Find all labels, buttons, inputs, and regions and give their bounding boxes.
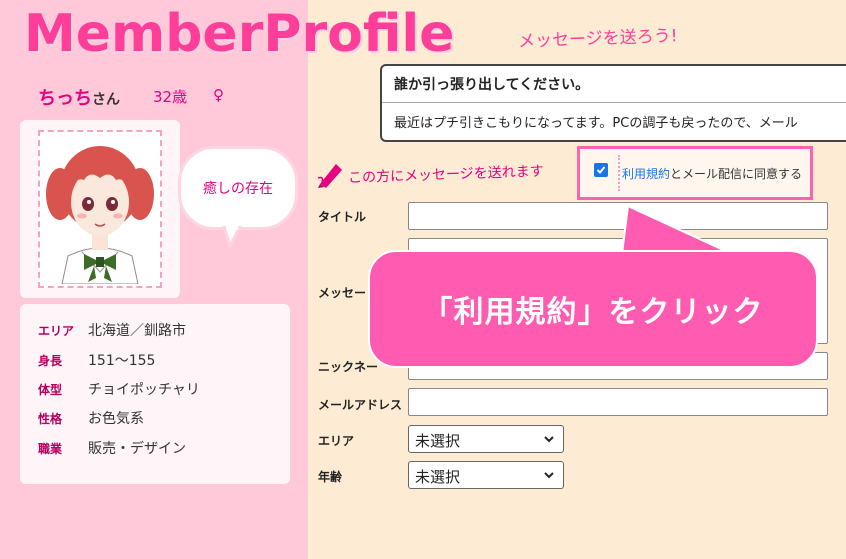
agree-text: とメール配信に同意する [670, 167, 803, 181]
callout-pointer [620, 204, 733, 255]
area-label: エリア [318, 434, 355, 448]
message-label: メッセー [318, 286, 367, 300]
detail-value: チョイポッチャリ [88, 382, 200, 398]
message-title: 誰か引っ張り出してください。 [394, 77, 590, 93]
detail-row-body-type: 体型 チョイポッチャリ [38, 379, 200, 399]
detail-row-area: エリア 北海道／釧路市 [38, 320, 186, 340]
instruction-callout: 「利用規約」をクリック [368, 250, 818, 368]
email-input[interactable] [408, 388, 828, 416]
speech-bubble: 癒しの存在 [178, 146, 298, 230]
age-select-value: 未選択 [415, 468, 461, 486]
detail-row-occupation: 職業 販売・デザイン [38, 438, 186, 458]
detail-value: 151～155 [88, 353, 156, 369]
separator [618, 155, 620, 191]
email-label: メールアドレス [318, 398, 403, 412]
message-preview: 誰か引っ張り出してください。 最近はプチ引きこもりになってます。PCの調子も戻っ… [380, 64, 846, 142]
agree-terms-highlight: 利用規約とメール配信に同意する [577, 146, 813, 200]
agree-checkbox[interactable] [594, 163, 608, 177]
profile-details: エリア 北海道／釧路市 身長 151～155 体型 チョイポッチャリ 性格 お色気系 職… [20, 304, 290, 484]
detail-row-personality: 性格 お色気系 [38, 408, 144, 428]
detail-key: 体型 [38, 383, 63, 397]
site-logo: MemberProfile [24, 4, 455, 64]
detail-key: 職業 [38, 442, 63, 456]
avatar [46, 146, 154, 284]
age-label: 年齢 [318, 470, 343, 484]
pencil-icon [317, 164, 342, 188]
detail-value: 北海道／釧路市 [88, 323, 186, 339]
detail-key: 性格 [38, 412, 63, 426]
agree-label: 利用規約とメール配信に同意する [622, 165, 802, 182]
gender-symbol: ♀ [213, 86, 224, 104]
terms-link[interactable]: 利用規約 [622, 167, 670, 181]
divider [382, 102, 846, 103]
area-select-value: 未選択 [415, 432, 461, 450]
detail-value: 販売・デザイン [88, 441, 186, 457]
area-select[interactable]: 未選択 [408, 425, 564, 453]
profile-name: ちっちさん [38, 84, 120, 110]
detail-value: お色気系 [88, 411, 144, 427]
detail-key: 身長 [38, 354, 63, 368]
title-input[interactable] [408, 202, 828, 230]
detail-row-height: 身長 151～155 [38, 350, 155, 370]
nickname-label: ニックネー [318, 360, 379, 374]
speech-bubble-tail [222, 226, 242, 248]
profile-age: 32歳 [153, 88, 188, 106]
callout-text: 「利用規約」をクリック [422, 295, 764, 330]
detail-key: エリア [38, 324, 75, 338]
bubble-text: 癒しの存在 [203, 181, 273, 197]
avatar-border [38, 130, 162, 288]
message-body: 最近はプチ引きこもりになってます。PCの調子も戻ったので、メール [394, 116, 798, 131]
check-icon [596, 166, 606, 174]
title-label: タイトル [318, 210, 367, 224]
profile-name-suffix: さん [92, 92, 120, 108]
avatar-frame [20, 120, 180, 298]
profile-name-text: ちっち [38, 88, 92, 109]
chevron-down-icon [544, 436, 554, 443]
age-select[interactable]: 未選択 [408, 461, 564, 489]
chevron-down-icon [544, 472, 554, 479]
